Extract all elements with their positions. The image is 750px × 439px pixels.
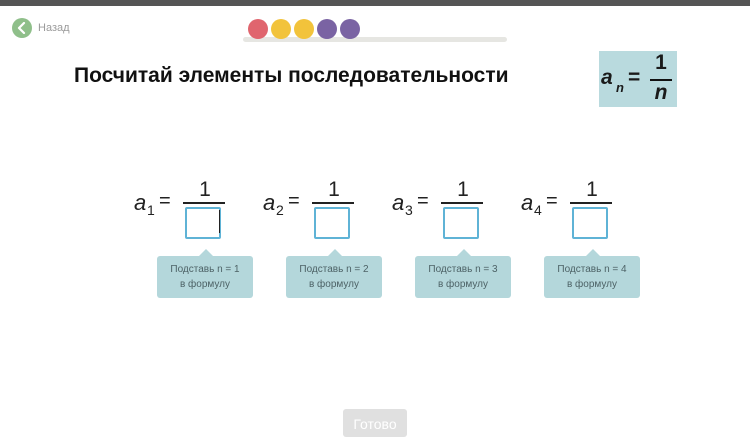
back-button[interactable]: Назад (12, 18, 70, 38)
formula-numerator: 1 (655, 51, 667, 74)
formula-box: a n = 1 n (599, 51, 677, 107)
hint-arrow (328, 249, 342, 256)
term-numerator: 1 (328, 178, 340, 201)
back-label: Назад (38, 22, 70, 34)
term-index: 1 (147, 202, 155, 218)
hint-line-2: в формулу (179, 279, 231, 290)
denominator-input[interactable] (443, 207, 479, 239)
term-symbol: a (134, 190, 147, 215)
term-fraction-bar (312, 202, 354, 204)
term-index: 2 (276, 202, 284, 218)
progress-dot (294, 19, 314, 39)
hint-tooltip: Подставь n = 1 в формулу (157, 249, 253, 298)
term-fraction-bar (441, 202, 483, 204)
hint-arrow (199, 249, 213, 256)
denominator-input[interactable] (314, 207, 350, 239)
term-fraction-bar (183, 202, 225, 204)
progress-dots (248, 19, 360, 39)
hint-tooltip: Подставь n = 4 в формулу (544, 249, 640, 298)
hint-arrow (457, 249, 471, 256)
progress-dot (317, 19, 337, 39)
progress-indicator (243, 19, 508, 45)
term-equals: = (159, 190, 171, 212)
hint-line-2: в формулу (308, 279, 360, 290)
sequence-term-3: a 3 = 1 Подставь n = 3 в формулу (392, 174, 521, 302)
hint-tooltip: Подставь n = 3 в формулу (415, 249, 511, 298)
hint-line-1: Подставь n = 1 (170, 264, 240, 275)
term-symbol: a (263, 190, 276, 215)
hint-line-1: Подставь n = 2 (299, 264, 369, 275)
text-cursor (219, 210, 220, 233)
done-button[interactable]: Готово (343, 409, 407, 437)
term-symbol: a (521, 190, 534, 215)
denominator-input[interactable] (572, 207, 608, 239)
term-numerator: 1 (199, 178, 211, 201)
term-equals: = (288, 190, 300, 212)
progress-dot (248, 19, 268, 39)
task-title: Посчитай элементы последовательности (74, 64, 509, 87)
formula-subscript: n (616, 80, 624, 95)
top-bar (0, 0, 750, 6)
term-numerator: 1 (586, 178, 598, 201)
formula-denominator: n (654, 81, 668, 104)
hint-line-2: в формулу (437, 279, 489, 290)
term-numerator: 1 (457, 178, 469, 201)
sequence-term-4: a 4 = 1 Подставь n = 4 в формулу (521, 174, 650, 302)
term-index: 3 (405, 202, 413, 218)
hint-arrow (586, 249, 600, 256)
back-arrow-icon (12, 18, 32, 38)
progress-dot (340, 19, 360, 39)
hint-line-2: в формулу (566, 279, 618, 290)
hint-line-1: Подставь n = 3 (428, 264, 498, 275)
formula-symbol: a (601, 66, 613, 89)
term-equals: = (546, 190, 558, 212)
term-fraction-bar (570, 202, 612, 204)
progress-dot (271, 19, 291, 39)
term-index: 4 (534, 202, 542, 218)
denominator-input[interactable] (185, 207, 221, 239)
hint-tooltip: Подставь n = 2 в формулу (286, 249, 382, 298)
term-equals: = (417, 190, 429, 212)
sequence-term-2: a 2 = 1 Подставь n = 2 в формулу (263, 174, 392, 302)
term-symbol: a (392, 190, 405, 215)
hint-line-1: Подставь n = 4 (557, 264, 627, 275)
formula-equals: = (628, 66, 641, 89)
sequence-term-1: a 1 = 1 Подставь n = 1 в формулу (134, 174, 263, 302)
